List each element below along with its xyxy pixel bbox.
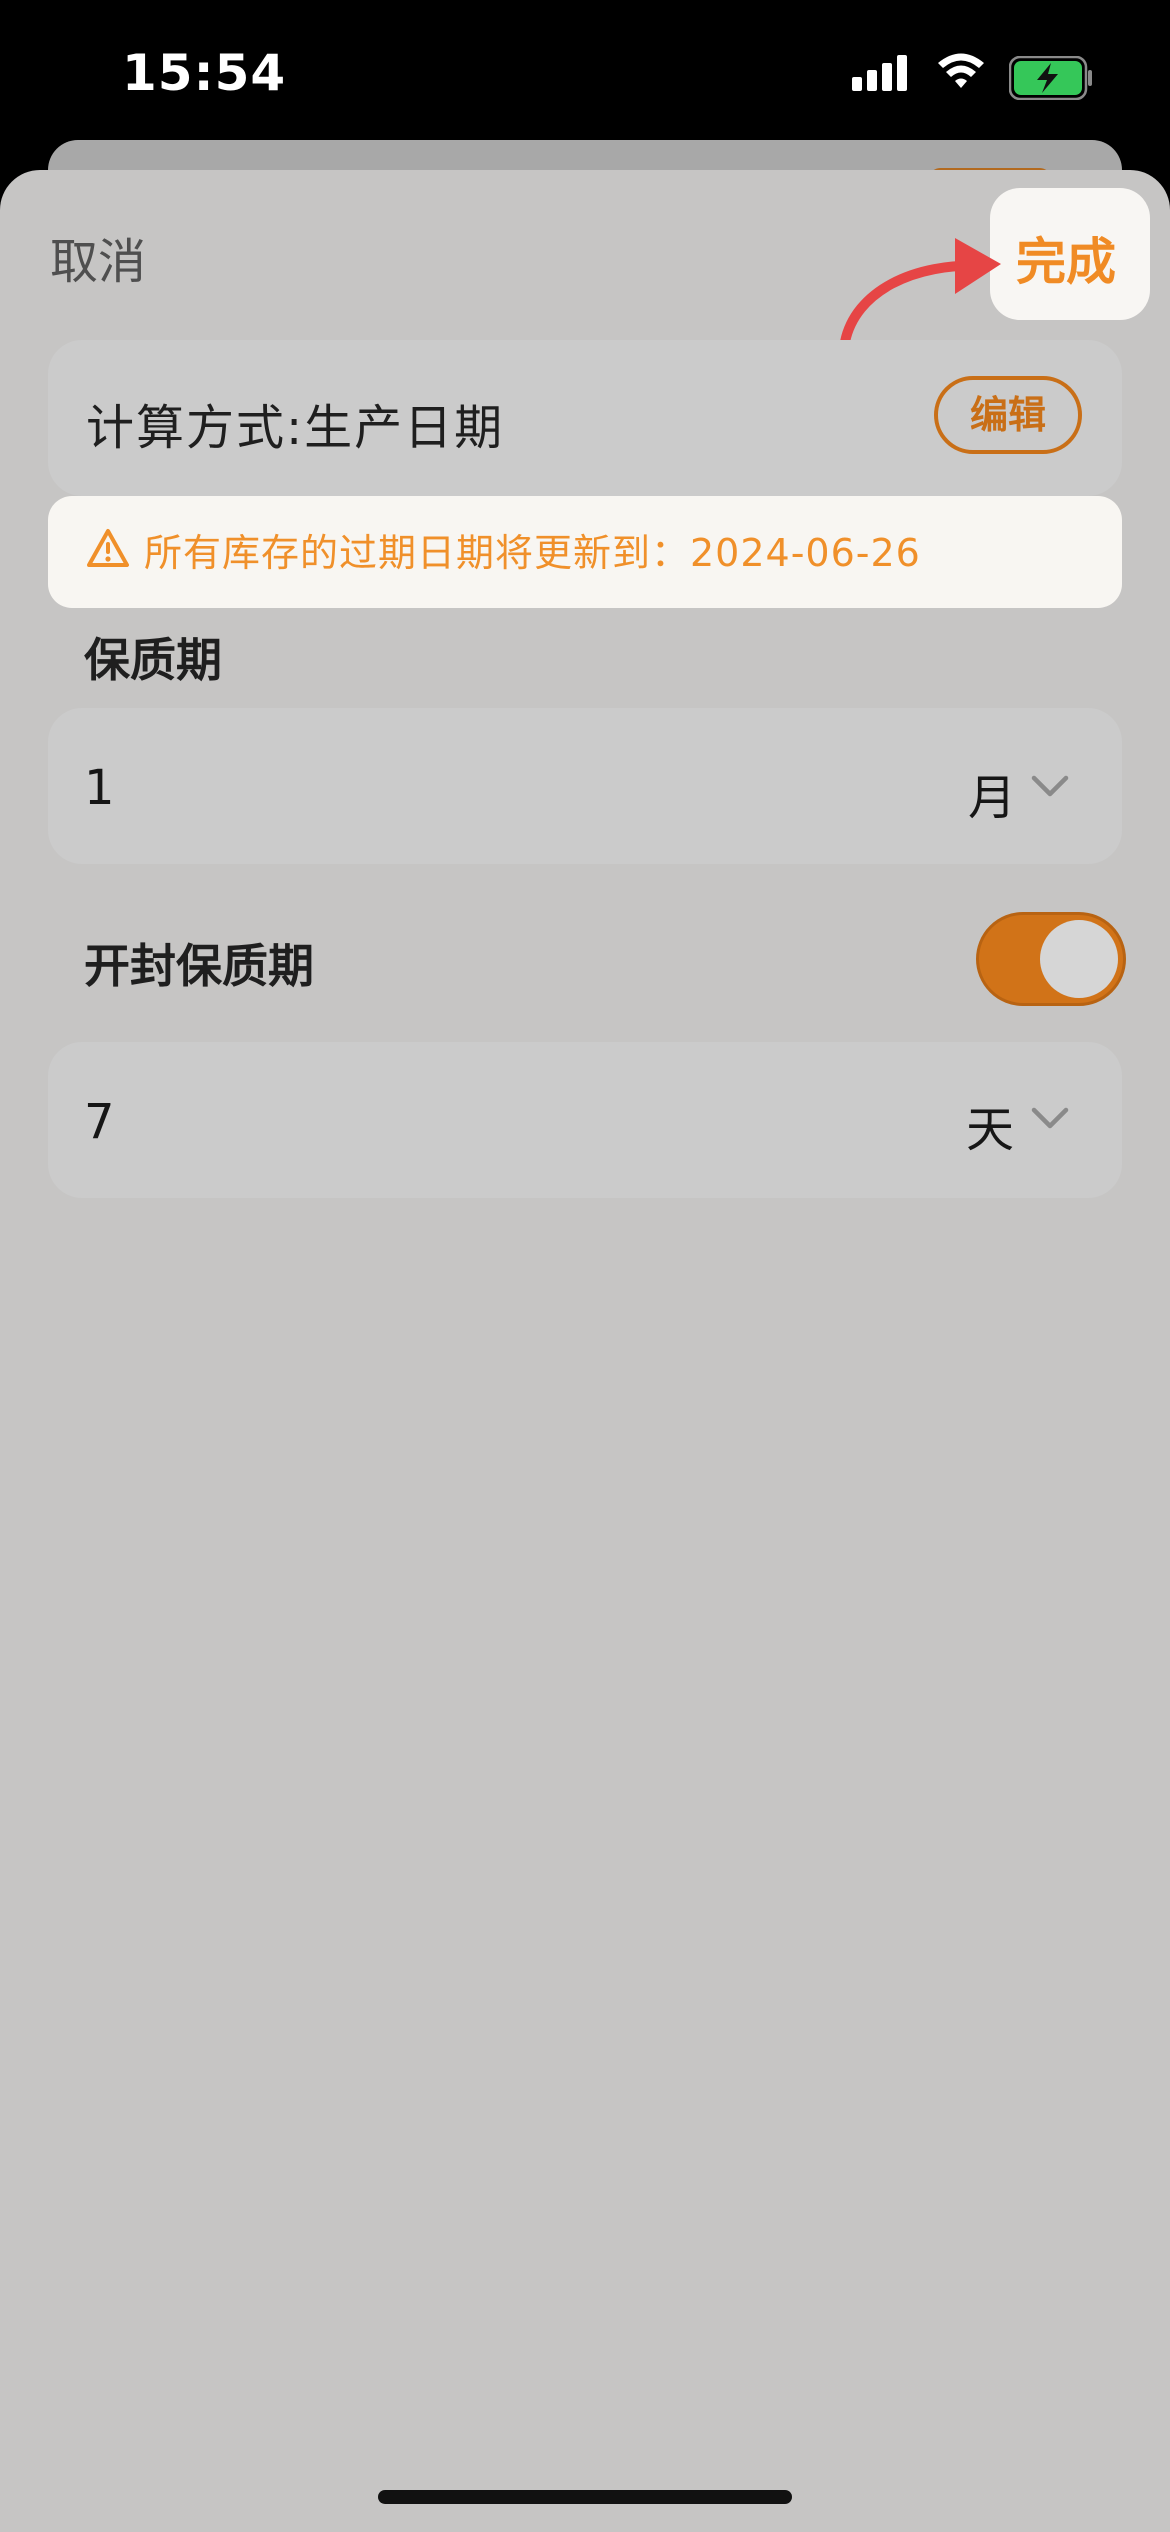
opened-shelf-life-value[interactable]: 7: [84, 1094, 115, 1150]
signal-icon: [852, 55, 914, 95]
shelf-life-field[interactable]: [48, 708, 1122, 864]
cancel-button[interactable]: 取消: [50, 222, 146, 292]
toggle-knob[interactable]: [1040, 920, 1118, 998]
done-button[interactable]: 完成: [1016, 222, 1116, 294]
edit-button[interactable]: 编辑: [934, 376, 1082, 454]
arrow-annotation-icon: [835, 220, 1005, 354]
expiry-update-text: 所有库存的过期日期将更新到：2024-06-26: [144, 531, 921, 575]
status-time: 15:54: [122, 44, 287, 102]
chevron-down-icon[interactable]: [1030, 1106, 1070, 1136]
shelf-life-value[interactable]: 1: [84, 760, 115, 816]
shelf-life-unit-select[interactable]: 月: [968, 758, 1016, 828]
opened-shelf-life-unit-select[interactable]: 天: [966, 1090, 1014, 1160]
wifi-icon: [936, 52, 986, 96]
opened-shelf-life-title: 开封保质期: [84, 939, 314, 993]
home-indicator[interactable]: [378, 2490, 792, 2504]
battery-charging-icon: [1008, 55, 1093, 104]
warning-icon: [86, 528, 130, 572]
shelf-life-title: 保质期: [84, 633, 222, 687]
opened-shelf-life-field[interactable]: [48, 1042, 1122, 1198]
chevron-down-icon[interactable]: [1030, 774, 1070, 804]
calculation-method-label: 计算方式:生产日期: [86, 400, 505, 456]
